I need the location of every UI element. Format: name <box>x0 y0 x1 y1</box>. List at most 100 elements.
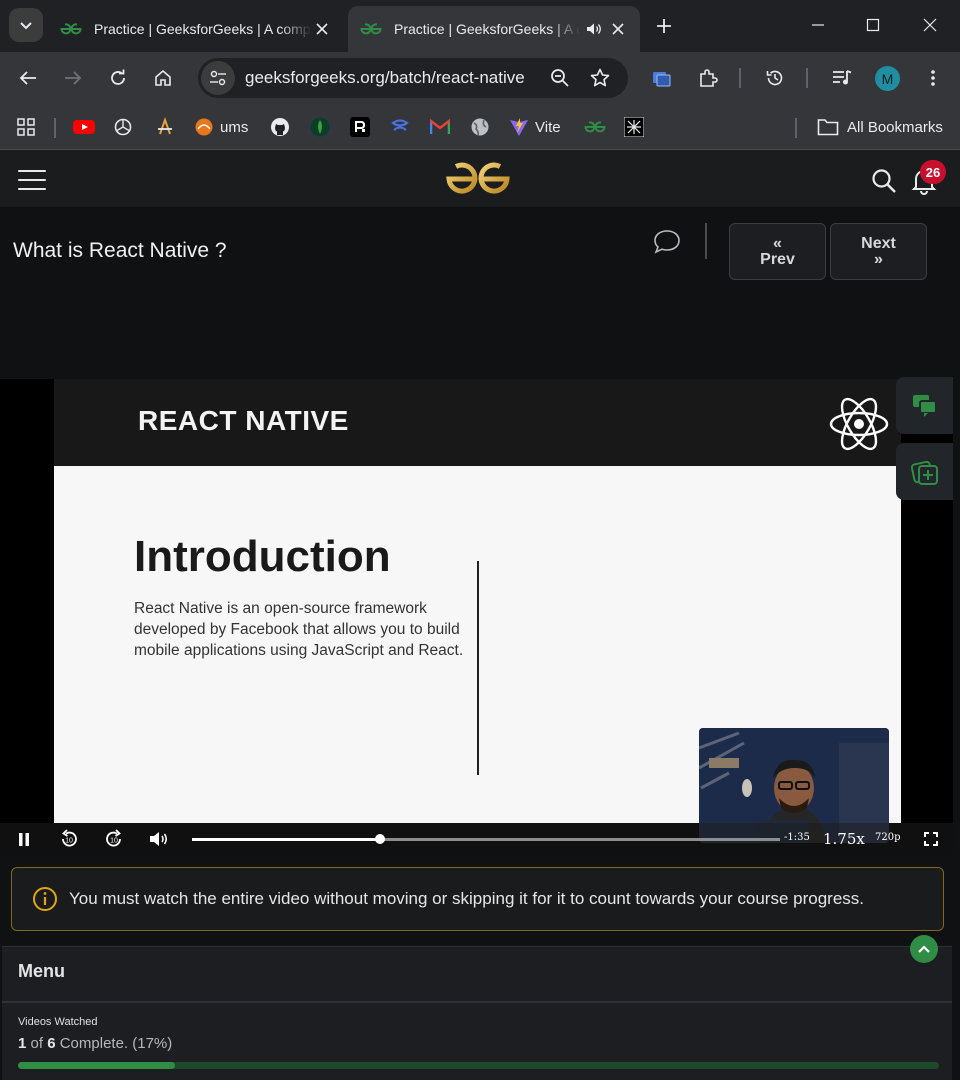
apps-icon[interactable] <box>16 115 36 139</box>
videos-watched-label: Videos Watched <box>18 1016 98 1028</box>
gmail-icon[interactable] <box>430 115 450 139</box>
history-icon[interactable] <box>759 62 791 94</box>
chatgpt-icon[interactable] <box>113 115 133 139</box>
reload-button[interactable] <box>102 62 134 94</box>
window-close-button[interactable] <box>915 10 945 40</box>
rewind-10-icon: 10 <box>62 829 77 847</box>
plus-icon <box>657 19 671 33</box>
profile-avatar[interactable]: M <box>875 66 900 91</box>
all-bookmarks-label: All Bookmarks <box>847 118 943 136</box>
bookmark-ums[interactable]: ums <box>194 115 248 139</box>
forward-10-icon: 10 <box>106 829 121 847</box>
browser-menu-icon[interactable] <box>917 62 949 94</box>
fullscreen-button[interactable] <box>920 828 942 850</box>
time-remaining: -1:35 <box>784 832 810 843</box>
course-menu: Menu Videos Watched 1 of 6 Complete. (17… <box>2 935 952 1080</box>
tab-search-button[interactable] <box>9 8 43 42</box>
toolbar-separator <box>806 68 808 88</box>
volume-icon <box>150 832 168 846</box>
bookmark-separator <box>795 118 797 138</box>
globe-icon[interactable] <box>470 115 490 139</box>
replit-icon[interactable] <box>350 115 370 139</box>
double-chevron-left-icon: « <box>773 234 782 252</box>
info-icon <box>33 887 57 911</box>
search-icon[interactable] <box>870 167 898 195</box>
back-button[interactable] <box>12 62 44 94</box>
ums-icon <box>195 118 213 136</box>
watch-notice: You must watch the entire video without … <box>11 867 944 931</box>
forward-button[interactable] <box>57 62 89 94</box>
tab-title: Practice | GeeksforGeeks | A computer sc… <box>94 21 312 37</box>
bookmark-vite[interactable]: Vite <box>509 115 561 139</box>
bookmarks-bar: ums Vite All Bookmarks <box>0 104 960 150</box>
slide-brand: REACT NATIVE <box>138 405 349 436</box>
volume-button[interactable] <box>148 828 170 850</box>
collapse-menu-button[interactable] <box>910 935 938 963</box>
double-chevron-right-icon: » <box>874 250 883 268</box>
rewind-button[interactable]: 10 <box>58 828 80 850</box>
mongodb-icon[interactable] <box>310 115 330 139</box>
complete-text: Complete. (17%) <box>59 1035 173 1052</box>
prev-label: Prev <box>760 250 795 268</box>
tool-icon[interactable] <box>624 115 644 139</box>
zoom-icon[interactable] <box>546 64 574 92</box>
home-button[interactable] <box>147 62 179 94</box>
menu-divider <box>2 1001 952 1003</box>
github-icon[interactable] <box>270 115 290 139</box>
youtube-icon[interactable] <box>73 115 95 139</box>
gfg-logo[interactable] <box>444 160 512 198</box>
forward-button[interactable]: 10 <box>103 828 125 850</box>
pause-button[interactable] <box>13 828 35 850</box>
video-progress-thumb[interactable] <box>374 834 385 844</box>
comment-icon[interactable] <box>652 227 682 257</box>
media-controls-icon[interactable] <box>826 62 858 94</box>
page-content: 26 What is React Native ? « Prev Next » … <box>0 151 960 1080</box>
course-progress-fill <box>18 1062 175 1069</box>
codechef-icon[interactable] <box>155 115 175 139</box>
playback-speed-button[interactable]: 1.75x <box>823 830 865 848</box>
watched-count: 1 <box>18 1035 27 1052</box>
close-icon[interactable] <box>608 19 628 39</box>
hamburger-menu-icon[interactable] <box>18 170 46 190</box>
next-label: Next <box>861 234 896 252</box>
arrow-right-icon <box>65 71 82 85</box>
menu-title: Menu <box>18 961 65 981</box>
video-progress-bar[interactable] <box>192 834 780 844</box>
all-bookmarks-button[interactable]: All Bookmarks <box>817 115 943 139</box>
total-count: 6 <box>47 1035 56 1052</box>
quality-button[interactable]: 720p <box>875 832 901 843</box>
add-note-button[interactable] <box>896 443 953 500</box>
video-progress-fill <box>192 838 380 841</box>
svg-text:10: 10 <box>65 838 73 845</box>
chat-button[interactable] <box>896 377 953 434</box>
tab-active[interactable]: Practice | GeeksforGeeks | A computer sc… <box>348 6 640 52</box>
video-player[interactable]: REACT NATIVE Introduction React Native i… <box>0 379 953 855</box>
videos-watched-status: 1 of 6 Complete. (17%) <box>18 1035 173 1052</box>
home-icon <box>155 69 171 86</box>
url-text: geeksforgeeks.org/batch/react-native <box>245 68 525 87</box>
vite-icon <box>510 118 528 136</box>
minimize-button[interactable] <box>803 10 833 40</box>
doc-icon[interactable] <box>390 115 410 139</box>
arrow-left-icon <box>19 71 36 85</box>
toolbar-separator <box>739 68 741 88</box>
speaker-icon[interactable] <box>586 22 602 36</box>
course-progress-bar <box>18 1062 939 1069</box>
gfg-favicon-icon <box>60 23 84 35</box>
extension-tab-icon[interactable] <box>646 62 678 94</box>
add-note-icon <box>910 460 938 485</box>
gfg-icon[interactable] <box>584 115 606 139</box>
new-tab-button[interactable] <box>650 12 678 40</box>
tab-title: Practice | GeeksforGeeks | A computer sc… <box>394 21 580 37</box>
close-icon[interactable] <box>312 19 332 39</box>
address-bar[interactable]: geeksforgeeks.org/batch/react-native <box>198 58 628 98</box>
next-button[interactable]: Next » <box>830 223 927 280</box>
tab-inactive[interactable]: Practice | GeeksforGeeks | A computer sc… <box>48 6 344 52</box>
site-settings-icon[interactable] <box>201 61 235 95</box>
maximize-button[interactable] <box>858 10 888 40</box>
reload-icon <box>111 69 125 85</box>
chevron-down-icon <box>20 22 32 30</box>
bookmark-star-icon[interactable] <box>586 64 614 92</box>
prev-button[interactable]: « Prev <box>729 223 826 280</box>
extensions-puzzle-icon[interactable] <box>692 62 724 94</box>
